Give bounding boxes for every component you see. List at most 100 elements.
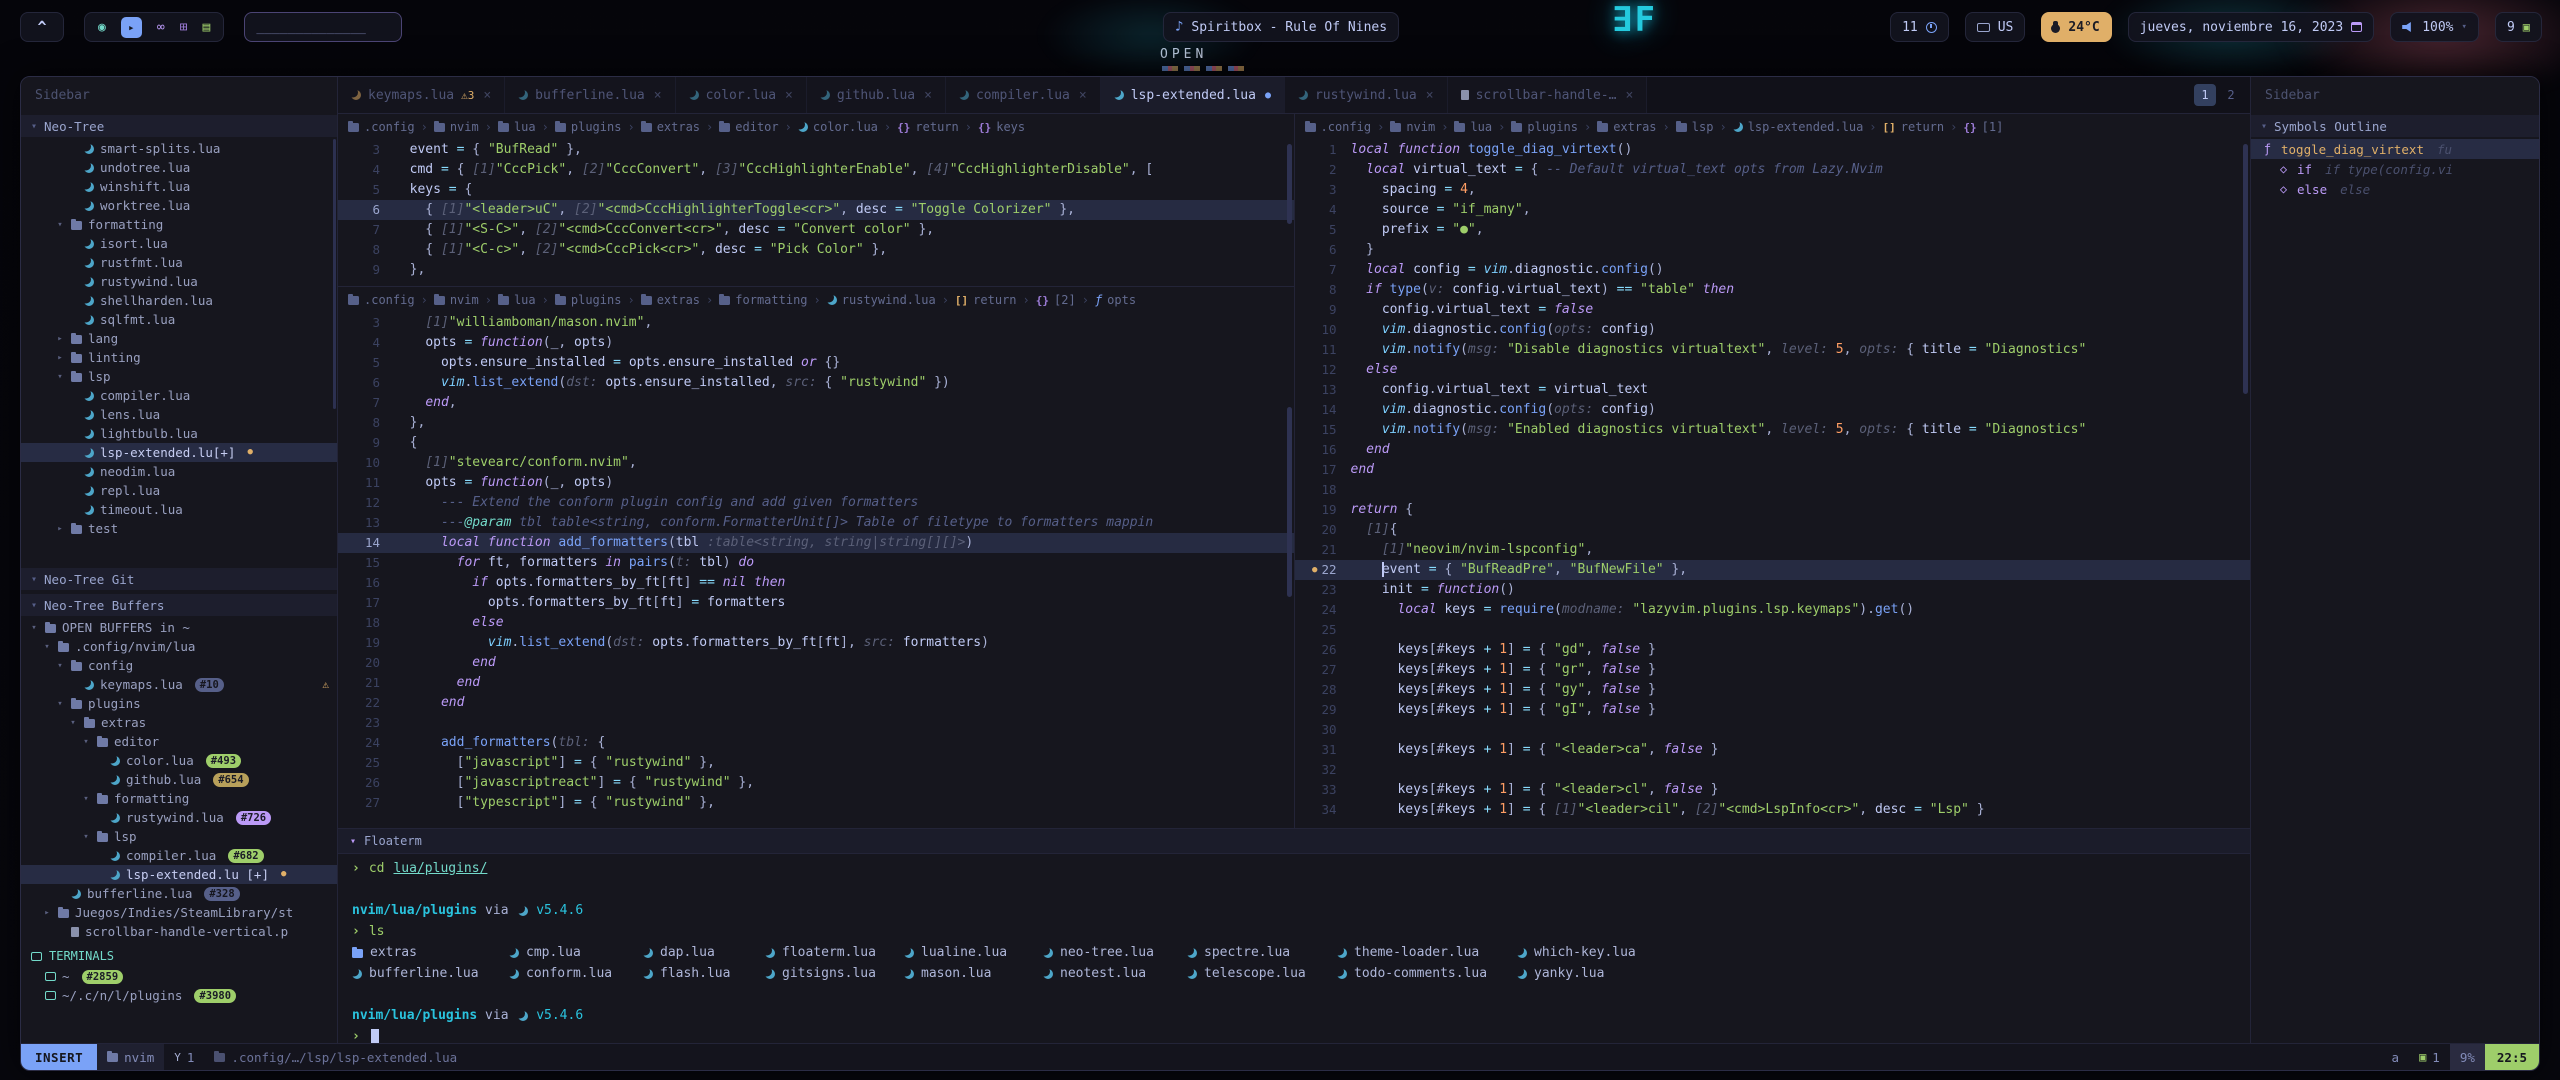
sidebar-scrollbar[interactable] — [333, 139, 336, 409]
code-line[interactable]: 32 — [1295, 760, 2251, 780]
breadcrumb-item[interactable]: rustywind.lua — [827, 293, 936, 307]
code-line[interactable]: 7 local config = vim.diagnostic.config() — [1295, 260, 2251, 280]
code-line[interactable]: 14 local function add_formatters(tbl :ta… — [338, 533, 1294, 553]
date-widget[interactable]: jueves, noviembre 16, 2023 — [2128, 12, 2375, 42]
tab-github-lua[interactable]: github.lua× — [807, 77, 946, 113]
file-entry[interactable]: floaterm.lua — [765, 942, 904, 963]
buffer-tree-item[interactable]: bufferline.lua#328 — [21, 884, 337, 903]
code-line[interactable]: 25 ["javascript"] = { "rustywind" }, — [338, 753, 1294, 773]
code-line[interactable]: 29 keys[#keys + 1] = { "gI", false } — [1295, 700, 2251, 720]
breadcrumb-item[interactable]: .config — [348, 293, 415, 307]
code-line[interactable]: 10 vim.diagnostic.config(opts: config) — [1295, 320, 2251, 340]
close-icon[interactable]: × — [1079, 88, 1087, 103]
terminal-list-item[interactable]: ~#2859 — [21, 967, 337, 986]
buffer-tree-item[interactable]: ▾.config/nvim/lua — [21, 637, 337, 656]
code-line[interactable]: 7 end, — [338, 393, 1294, 413]
code-line[interactable]: 14 vim.diagnostic.config(opts: config) — [1295, 400, 2251, 420]
tab-color-lua[interactable]: color.lua× — [676, 77, 807, 113]
code-line[interactable]: 5 keys = { — [338, 180, 1294, 200]
code-line[interactable]: 6 vim.list_extend(dst: opts.ensure_insta… — [338, 373, 1294, 393]
pane-scrollbar[interactable] — [1287, 407, 1292, 597]
workspace-icon-5[interactable]: ▤ — [202, 20, 210, 35]
code-line[interactable]: 7 { [1]"<S-C>", [2]"<cmd>CccConvert<cr>"… — [338, 220, 1294, 240]
code-line[interactable]: 4 source = "if_many", — [1295, 200, 2251, 220]
file-entry[interactable]: gitsigns.lua — [765, 963, 904, 984]
code-line[interactable]: 18 — [1295, 480, 2251, 500]
code-line[interactable]: 8 }, — [338, 413, 1294, 433]
buffer-tree-item[interactable]: github.lua#654 — [21, 770, 337, 789]
neotree-section-header[interactable]: ▾ Neo-Tree — [21, 115, 337, 137]
code-line[interactable]: 33 keys[#keys + 1] = { "<leader>cl", fal… — [1295, 780, 2251, 800]
buffer-tree-item[interactable]: ▾formatting — [21, 789, 337, 808]
file-entry[interactable]: theme-loader.lua — [1337, 942, 1517, 963]
code-line[interactable]: 15 vim.notify(msg: "Enabled diagnostics … — [1295, 420, 2251, 440]
code-line[interactable]: 28 keys[#keys + 1] = { "gy", false } — [1295, 680, 2251, 700]
code-line[interactable]: 11 vim.notify(msg: "Disable diagnostics … — [1295, 340, 2251, 360]
code-line[interactable]: 8 { [1]"<C-c>", [2]"<cmd>CccPick<cr>", d… — [338, 240, 1294, 260]
updates-widget[interactable]: 11 — [1890, 12, 1949, 42]
buffer-tree-item[interactable]: keymaps.lua#10⚠ — [21, 675, 337, 694]
now-playing-widget[interactable]: ♪ Spiritbox - Rule Of Nines — [1163, 12, 1399, 42]
code-line[interactable]: 21 [1]"neovim/nvim-lspconfig", — [1295, 540, 2251, 560]
code-line[interactable]: 17 opts.formatters_by_ft[ft] = formatter… — [338, 593, 1294, 613]
breadcrumb-item[interactable]: []return — [1883, 120, 1945, 134]
file-entry[interactable]: flash.lua — [643, 963, 765, 984]
code-line[interactable]: 3 [1]"williamboman/mason.nvim", — [338, 313, 1294, 333]
breadcrumb-item[interactable]: plugins — [555, 120, 622, 134]
code-line[interactable]: 20 end — [338, 653, 1294, 673]
buffer-tree-item[interactable]: ▸Juegos/Indies/SteamLibrary/st — [21, 903, 337, 922]
volume-widget[interactable]: 100%▾ — [2390, 12, 2479, 42]
buffer-tree-item[interactable]: lsp-extended.lu [+]● — [21, 865, 337, 884]
file-tree-item[interactable]: lightbulb.lua — [21, 424, 337, 443]
breadcrumb-item[interactable]: extras — [1597, 120, 1656, 134]
file-entry[interactable]: bufferline.lua — [352, 963, 509, 984]
code-line[interactable]: 10 [1]"stevearc/conform.nvim", — [338, 453, 1294, 473]
code-line[interactable]: 31 keys[#keys + 1] = { "<leader>ca", fal… — [1295, 740, 2251, 760]
file-entry[interactable]: which-key.lua — [1517, 942, 1667, 963]
taskbar-pill[interactable]: ______________ — [244, 12, 402, 42]
buffer-tree-item[interactable]: ▾OPEN BUFFERS in ~ — [21, 618, 337, 637]
workspace-icon-3[interactable]: ∞ — [157, 20, 165, 35]
editor-pane-lsp-extended-lua[interactable]: .config›nvim›lua›plugins›extras›lsp›lsp-… — [1295, 114, 2251, 828]
file-tree-item[interactable]: winshift.lua — [21, 177, 337, 196]
file-entry[interactable]: conform.lua — [509, 963, 643, 984]
breadcrumb-item[interactable]: lsp — [1676, 120, 1714, 134]
file-entry[interactable]: cmp.lua — [509, 942, 643, 963]
file-tree-item[interactable]: compiler.lua — [21, 386, 337, 405]
file-tree-item[interactable]: repl.lua — [21, 481, 337, 500]
code-line[interactable]: 16 end — [1295, 440, 2251, 460]
code-line[interactable]: 20 [1]{ — [1295, 520, 2251, 540]
tabpage-2[interactable]: 2 — [2220, 84, 2242, 106]
file-entry[interactable]: neo-tree.lua — [1043, 942, 1187, 963]
code-line[interactable]: 30 — [1295, 720, 2251, 740]
buffer-tree-item[interactable]: rustywind.lua#726 — [21, 808, 337, 827]
tab-scrollbar-handle-[interactable]: scrollbar-handle-…× — [1448, 77, 1648, 113]
file-tree-item[interactable]: undotree.lua — [21, 158, 337, 177]
code-line[interactable]: 2 local virtual_text = { -- Default virt… — [1295, 160, 2251, 180]
breadcrumb-item[interactable]: {}[1] — [1963, 120, 2003, 134]
code-line[interactable]: 11 opts = function(_, opts) — [338, 473, 1294, 493]
close-icon[interactable]: × — [654, 88, 662, 103]
terminal-output[interactable]: ›cdlua/plugins/ nvim/lua/plugins via v5.… — [338, 854, 2250, 1043]
code-line[interactable]: 26 keys[#keys + 1] = { "gd", false } — [1295, 640, 2251, 660]
code-line[interactable]: 12 --- Extend the conform plugin config … — [338, 493, 1294, 513]
code-line[interactable]: 3 spacing = 4, — [1295, 180, 2251, 200]
breadcrumb-item[interactable]: {}keys — [978, 120, 1025, 134]
workspace-icon-2[interactable]: ▸ — [121, 17, 142, 38]
file-tree-item[interactable]: sqlfmt.lua — [21, 310, 337, 329]
code-line[interactable]: 3 event = { "BufRead" }, — [338, 140, 1294, 160]
close-icon[interactable]: × — [785, 88, 793, 103]
code-line[interactable]: 13 config.virtual_text = virtual_text — [1295, 380, 2251, 400]
code-line[interactable]: 4 cmd = { [1]"CccPick", [2]"CccConvert",… — [338, 160, 1294, 180]
code-line[interactable]: 6 { [1]"<leader>uC", [2]"<cmd>CccHighlig… — [338, 200, 1294, 220]
breadcrumb-item[interactable]: editor — [719, 120, 778, 134]
code-line[interactable]: 23 — [338, 713, 1294, 733]
file-entry[interactable]: extras — [352, 942, 509, 963]
breadcrumb-item[interactable]: formatting — [719, 293, 807, 307]
file-entry[interactable]: todo-comments.lua — [1337, 963, 1517, 984]
breadcrumb-item[interactable]: plugins — [1511, 120, 1578, 134]
breadcrumb-item[interactable]: nvim — [434, 293, 479, 307]
file-entry[interactable]: mason.lua — [904, 963, 1043, 984]
breadcrumb-item[interactable]: extras — [641, 293, 700, 307]
code-line[interactable]: 25 — [1295, 620, 2251, 640]
